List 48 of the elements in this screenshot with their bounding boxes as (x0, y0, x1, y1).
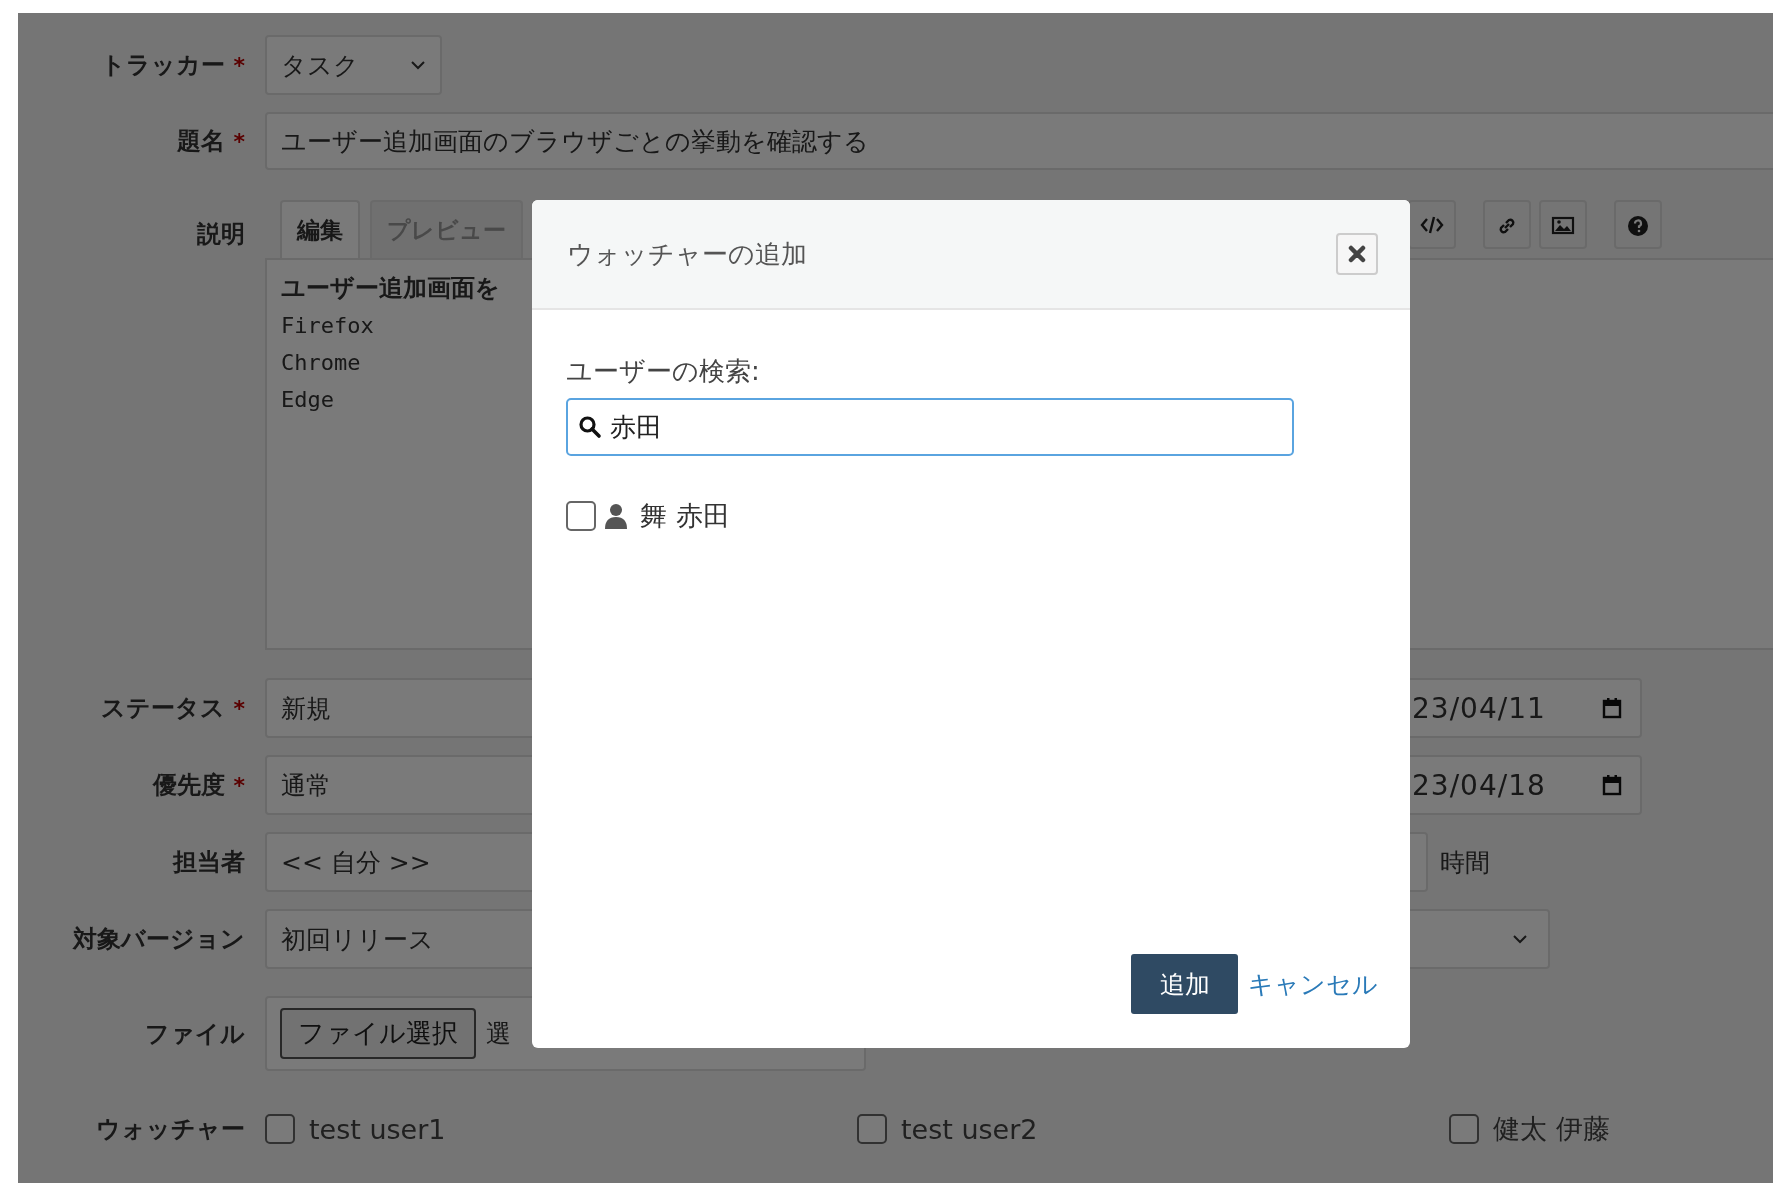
cancel-link[interactable]: キャンセル (1248, 967, 1378, 1001)
field-label: 説明 (197, 219, 245, 250)
text-line: Firefox (281, 312, 374, 340)
add-button[interactable]: 追加 (1131, 954, 1238, 1014)
field-label: トラッカー (101, 50, 226, 81)
checkbox[interactable] (566, 501, 596, 531)
editor-tab[interactable]: 編集 (280, 200, 360, 258)
text-line: Chrome (281, 349, 361, 377)
text-line: Edge (281, 386, 334, 414)
field-label: ステータス (101, 693, 226, 724)
field-label: 担当者 (173, 847, 245, 878)
dialog-title: ウォッチャーの追加 (567, 237, 807, 271)
search-label: ユーザーの検索: (566, 355, 761, 388)
help-icon (1626, 213, 1650, 236)
image-button[interactable] (1539, 200, 1587, 249)
required-mark: * (233, 52, 245, 78)
subject-field[interactable]: ユーザー追加画面のブラウザごとの挙動を確認する (265, 112, 1773, 170)
field-label: 対象バージョン (73, 924, 245, 955)
tracker-select[interactable]: タスク (265, 35, 442, 95)
chevron-down-icon (410, 58, 426, 72)
user-name: test user2 (901, 1113, 1038, 1145)
field-label: ファイル (145, 1018, 245, 1050)
user-icon (604, 503, 628, 529)
user-name: 健太 伊藤 (1493, 1112, 1610, 1146)
required-mark: * (233, 128, 245, 154)
field-label: ウォッチャー (96, 1114, 245, 1145)
field-label: 題名 (177, 126, 226, 157)
required-mark: * (233, 695, 245, 721)
unit-label: 時間 (1440, 846, 1490, 879)
help-button[interactable] (1614, 200, 1662, 249)
code-button[interactable] (1408, 200, 1456, 249)
text-line: ユーザー追加画面を (281, 273, 500, 304)
close-icon (1348, 245, 1366, 263)
field-label: 優先度 (153, 770, 226, 801)
user-name: test user1 (309, 1113, 446, 1145)
checkbox[interactable] (265, 1114, 295, 1144)
checkbox[interactable] (857, 1114, 887, 1144)
choose-file-button[interactable]: ファイル選択 (280, 1008, 476, 1059)
search-field[interactable]: 赤田 (566, 398, 1294, 456)
user-name: 舞 赤田 (640, 499, 730, 533)
required-mark: * (233, 772, 245, 798)
close-button[interactable] (1336, 233, 1378, 275)
link-button[interactable] (1483, 200, 1531, 249)
calendar-icon (1602, 697, 1622, 719)
chevron-down-icon (1512, 932, 1528, 946)
calendar-icon (1602, 774, 1622, 796)
checkbox[interactable] (1449, 1114, 1479, 1144)
file-status-text: 選 (486, 1018, 511, 1050)
